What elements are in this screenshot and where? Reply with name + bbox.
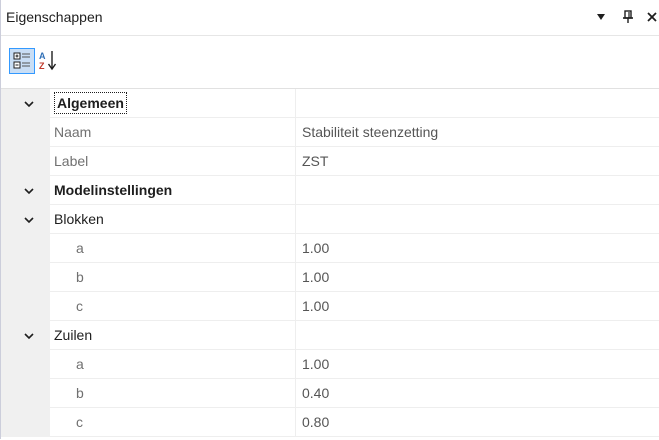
category-row-algemeen[interactable]: Algemeen — [1, 89, 659, 118]
alphabetical-button[interactable]: A Z — [37, 48, 63, 74]
property-grid: Algemeen Naam Stabiliteit steenzetting L… — [1, 88, 659, 440]
category-label: Algemeen — [50, 89, 296, 117]
chevron-down-icon[interactable] — [23, 185, 35, 197]
property-row-blokken-b[interactable]: b 1.00 — [1, 263, 659, 292]
pin-icon[interactable] — [619, 8, 637, 26]
property-row-zuilen-b[interactable]: b 0.40 — [1, 379, 659, 408]
expandable-row-blokken[interactable]: Blokken — [1, 205, 659, 234]
property-value[interactable]: 1.00 — [297, 350, 659, 378]
property-row-zuilen-c[interactable]: c 0.80 — [1, 408, 659, 437]
category-label: Modelinstellingen — [50, 176, 296, 204]
property-name: a — [50, 234, 296, 262]
properties-panel: Eigenschappen A Z Algemeen Naam Stabilit… — [0, 0, 659, 439]
panel-toolbar: A Z — [1, 45, 659, 81]
chevron-down-icon[interactable] — [23, 330, 35, 342]
svg-text:A: A — [39, 51, 46, 61]
property-name: b — [50, 379, 296, 407]
property-name: Naam — [50, 118, 296, 146]
property-value[interactable]: 1.00 — [297, 263, 659, 291]
property-value[interactable]: Stabiliteit steenzetting — [297, 118, 659, 146]
property-value[interactable]: ZST — [297, 147, 659, 175]
panel-titlebar: Eigenschappen — [1, 0, 659, 36]
property-name: c — [50, 292, 296, 320]
property-value — [297, 321, 659, 349]
row-gutter — [1, 89, 50, 118]
property-value[interactable]: 0.80 — [297, 408, 659, 436]
caret-down-icon[interactable] — [592, 8, 610, 26]
property-row-naam[interactable]: Naam Stabiliteit steenzetting — [1, 118, 659, 147]
sort-az-icon: A Z — [39, 51, 57, 71]
chevron-down-icon[interactable] — [23, 214, 35, 226]
property-row-label[interactable]: Label ZST — [1, 147, 659, 176]
property-name: a — [50, 350, 296, 378]
property-name: Label — [50, 147, 296, 175]
close-icon[interactable] — [643, 8, 659, 26]
chevron-down-icon[interactable] — [23, 98, 35, 110]
property-value — [297, 205, 659, 233]
expandable-row-zuilen[interactable]: Zuilen — [1, 321, 659, 350]
property-value[interactable]: 0.40 — [297, 379, 659, 407]
categorized-button[interactable] — [9, 48, 35, 74]
property-value[interactable]: 1.00 — [297, 292, 659, 320]
property-name: c — [50, 408, 296, 436]
property-value[interactable]: 1.00 — [297, 234, 659, 262]
property-name: b — [50, 263, 296, 291]
category-row-modelinstellingen[interactable]: Modelinstellingen — [1, 176, 659, 205]
property-name: Zuilen — [50, 321, 296, 349]
property-row-blokken-a[interactable]: a 1.00 — [1, 234, 659, 263]
property-name: Blokken — [50, 205, 296, 233]
panel-title: Eigenschappen — [6, 9, 103, 25]
property-row-blokken-c[interactable]: c 1.00 — [1, 292, 659, 321]
svg-text:Z: Z — [39, 61, 45, 71]
property-row-zuilen-a[interactable]: a 1.00 — [1, 350, 659, 379]
categorized-icon — [13, 52, 30, 69]
